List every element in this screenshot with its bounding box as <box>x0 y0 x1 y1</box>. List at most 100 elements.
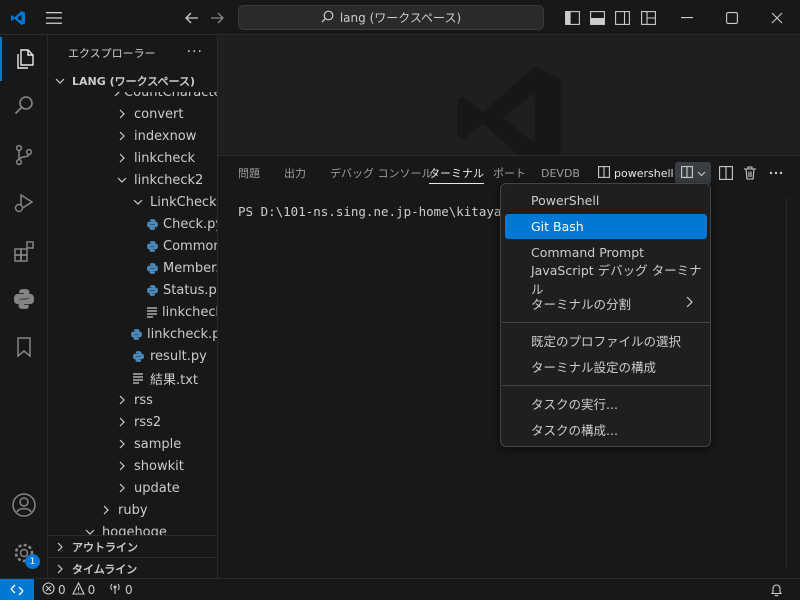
tree-item-label: ruby <box>118 502 148 518</box>
timeline-title: タイムライン <box>72 562 138 576</box>
close-icon[interactable] <box>754 0 800 35</box>
python-file-icon <box>146 262 159 275</box>
tab-problems[interactable]: 問題 <box>238 156 260 190</box>
tree-item-label: showkit <box>134 458 184 474</box>
ports-count: 0 <box>125 583 133 597</box>
accounts-icon[interactable] <box>0 483 48 527</box>
menu-icon[interactable] <box>42 0 66 35</box>
outline-section-header[interactable]: アウトライン <box>48 535 217 557</box>
workspace-section-header[interactable]: LANG (ワークスペース) <box>48 70 217 92</box>
split-terminal-icon[interactable] <box>719 156 733 190</box>
file-tree: CountCharacters convert indexnow linkcheck l… <box>48 92 217 536</box>
command-center-search[interactable]: lang (ワークスペース) <box>238 5 544 30</box>
tree-folder-item[interactable]: sample <box>48 433 217 455</box>
tree-file-item[interactable]: linkcheck.j... <box>48 301 217 323</box>
text-file-icon <box>146 306 158 318</box>
tab-terminal[interactable]: ターミナル <box>429 156 484 190</box>
terminal-output[interactable]: PS D:\101-ns.sing.ne.jp-home\kitayama <box>238 204 516 219</box>
tree-file-item[interactable]: 結果.txt <box>48 367 217 389</box>
settings-badge: 1 <box>25 554 40 569</box>
activity-bar: 1 <box>0 35 48 578</box>
tree-file-item[interactable]: linkcheck.py <box>48 323 217 345</box>
source-control-icon[interactable] <box>0 133 48 177</box>
menu-item-javascript-debug-terminal[interactable]: JavaScript デバッグ ターミナル <box>505 263 707 297</box>
tree-folder-item[interactable]: ruby <box>48 499 217 521</box>
launch-profile-button[interactable] <box>675 162 711 184</box>
notifications-bell-icon[interactable] <box>770 579 783 600</box>
remote-indicator-icon[interactable] <box>0 579 34 600</box>
maximize-icon[interactable] <box>709 0 755 35</box>
tree-folder-item[interactable]: rss <box>48 389 217 411</box>
sidebar-title: エクスプローラー <box>68 46 156 60</box>
tree-folder-item[interactable]: rss2 <box>48 411 217 433</box>
chevron-right-icon <box>114 439 130 449</box>
tree-folder-item[interactable]: linkcheck2 <box>48 169 217 191</box>
timeline-section-header[interactable]: タイムライン <box>48 557 217 578</box>
tree-item-label: rss <box>134 392 153 408</box>
run-debug-icon[interactable] <box>0 181 48 225</box>
bookmarks-icon[interactable] <box>0 325 48 369</box>
search-view-icon[interactable] <box>0 83 48 127</box>
chevron-right-icon <box>114 417 130 427</box>
chevron-right-icon <box>114 461 130 471</box>
tree-file-item[interactable]: Member.py <box>48 257 217 279</box>
chevron-down-icon <box>52 78 68 84</box>
tree-file-item[interactable]: Status.py <box>48 279 217 301</box>
tree-file-item[interactable]: Common.py <box>48 235 217 257</box>
extensions-icon[interactable] <box>0 229 48 273</box>
tree-item-label: linkcheck.py <box>147 326 217 342</box>
tree-item-label: hogehoge <box>102 524 167 536</box>
vscode-logo-icon <box>6 0 30 35</box>
menu-item-select-default-profile[interactable]: 既定のプロファイルの選択 <box>505 328 707 353</box>
tree-folder-item[interactable]: CountCharacters <box>48 92 217 103</box>
tree-folder-item[interactable]: convert <box>48 103 217 125</box>
tree-item-label: 結果.txt <box>150 372 199 388</box>
customize-layout-icon[interactable] <box>638 0 658 35</box>
trash-icon[interactable] <box>743 156 757 190</box>
forward-arrow-icon[interactable] <box>205 0 229 35</box>
menu-item-split-terminal[interactable]: ターミナルの分割 <box>505 291 707 316</box>
terminal-scrollbar[interactable] <box>786 198 800 568</box>
explorer-icon[interactable] <box>0 37 48 81</box>
tab-output[interactable]: 出力 <box>284 156 306 190</box>
menu-separator <box>502 385 710 386</box>
error-count: 0 <box>58 583 66 597</box>
chevron-right-icon <box>98 505 114 515</box>
toggle-primary-sidebar-icon[interactable] <box>562 0 582 35</box>
minimize-icon[interactable] <box>664 0 710 35</box>
tree-folder-item[interactable]: showkit <box>48 455 217 477</box>
more-actions-icon[interactable]: ··· <box>187 44 203 60</box>
menu-item-run-task[interactable]: タスクの実行... <box>505 391 707 416</box>
menu-item-configure-terminal-settings[interactable]: ターミナル設定の構成 <box>505 354 707 379</box>
warning-icon <box>71 581 85 598</box>
tree-item-label: result.py <box>150 348 207 364</box>
settings-gear-icon[interactable]: 1 <box>0 531 48 575</box>
chevron-right-icon <box>114 131 130 141</box>
problems-status[interactable]: 0 0 <box>42 579 95 600</box>
ports-status[interactable]: 0 <box>108 579 133 600</box>
python-file-icon <box>146 218 159 231</box>
menu-item-configure-tasks[interactable]: タスクの構成... <box>505 417 707 442</box>
back-arrow-icon[interactable] <box>180 0 204 35</box>
tree-folder-item[interactable]: update <box>48 477 217 499</box>
tree-file-item[interactable]: result.py <box>48 345 217 367</box>
tree-item-label: Member.py <box>163 260 217 276</box>
toggle-panel-icon[interactable] <box>587 0 607 35</box>
more-panel-actions-icon[interactable] <box>769 156 783 190</box>
tree-item-label: LinkCheck <box>150 194 217 210</box>
toggle-secondary-sidebar-icon[interactable] <box>612 0 632 35</box>
python-icon[interactable] <box>0 277 48 321</box>
tree-item-label: convert <box>134 106 184 122</box>
tree-item-label: CountCharacters <box>124 92 217 100</box>
menu-item-powershell[interactable]: PowerShell <box>505 188 707 213</box>
tree-folder-item[interactable]: LinkCheck <box>48 191 217 213</box>
menu-item-git-bash[interactable]: Git Bash <box>505 214 707 239</box>
tree-folder-item[interactable]: indexnow <box>48 125 217 147</box>
python-file-icon <box>130 328 143 341</box>
launch-profile-menu: PowerShell Git Bash Command Prompt JavaS… <box>500 183 711 447</box>
tree-file-item[interactable]: Check.py <box>48 213 217 235</box>
tree-folder-item[interactable]: linkcheck <box>48 147 217 169</box>
tree-folder-item[interactable]: hogehoge <box>48 521 217 536</box>
tab-debug-console[interactable]: デバッグ コンソール <box>330 156 433 190</box>
chevron-right-icon <box>114 395 130 405</box>
